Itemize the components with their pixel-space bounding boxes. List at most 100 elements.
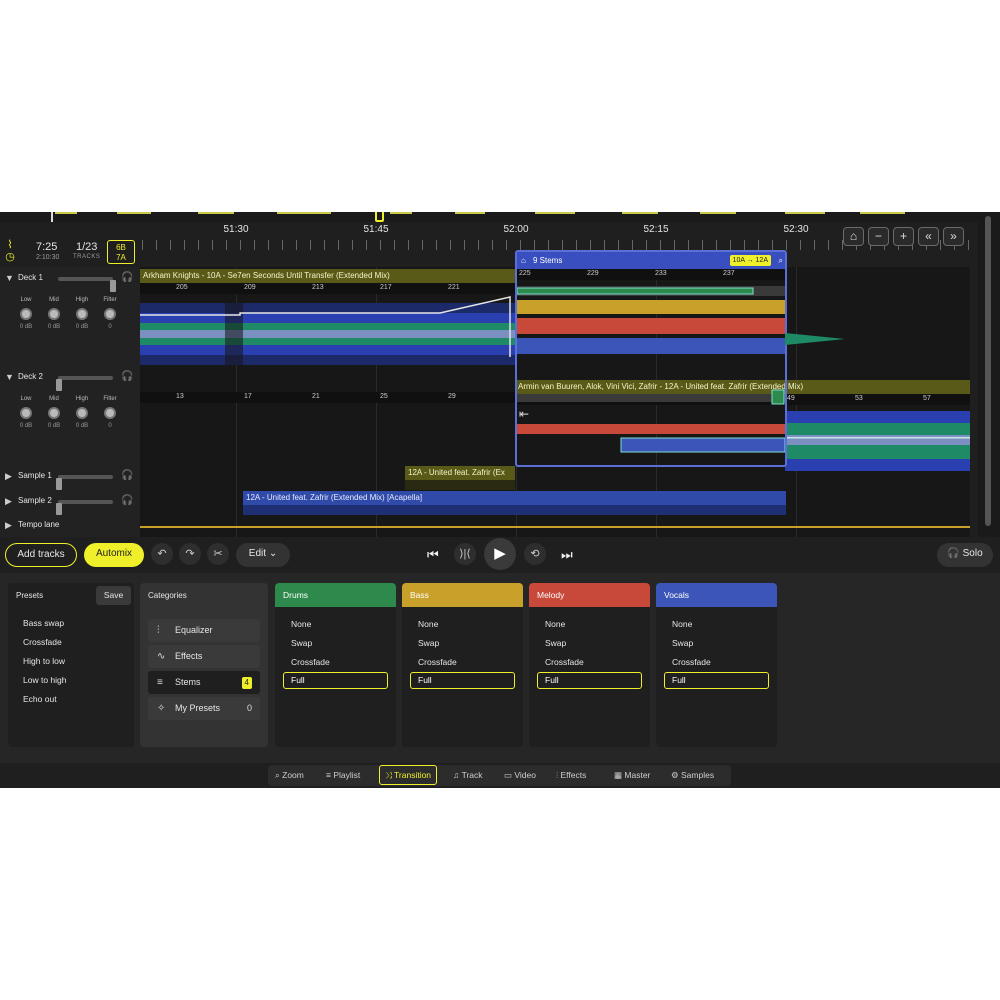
effects-icon: ⫶: [556, 770, 559, 780]
chevron-right-icon[interactable]: ▶: [5, 471, 12, 482]
tab-transition[interactable]: ⤨ Transition: [379, 765, 438, 785]
ruler-tick: [492, 240, 493, 250]
track-lanes[interactable]: Arkham Knights - 10A - Se7en Seconds Unt…: [140, 250, 970, 537]
sample-2-header[interactable]: ▶ Sample 2 🎧: [0, 493, 140, 515]
chevron-down-icon[interactable]: ▼: [5, 372, 14, 382]
bass-header: Bass: [402, 583, 523, 607]
drums-option-crossfade[interactable]: Crossfade: [291, 657, 330, 667]
key-indicator[interactable]: 6B 7A: [107, 240, 135, 264]
headphones-icon[interactable]: 🎧: [121, 495, 133, 506]
scissors-icon[interactable]: ✂: [207, 543, 229, 565]
vocals-option-full[interactable]: Full: [664, 672, 769, 689]
bass-option-crossfade[interactable]: Crossfade: [418, 657, 457, 667]
previous-icon[interactable]: ⏮: [427, 547, 439, 563]
eq-mid-knob[interactable]: Mid 0 dB: [40, 297, 68, 330]
bass-option-swap[interactable]: Swap: [418, 638, 439, 648]
melody-option-crossfade[interactable]: Crossfade: [545, 657, 584, 667]
chevron-down-icon[interactable]: ▼: [5, 273, 14, 283]
preset-item[interactable]: Low to high: [23, 675, 66, 685]
tab-samples[interactable]: ⚙ Samples: [671, 765, 714, 786]
preset-item[interactable]: High to low: [23, 656, 65, 666]
track-1-title[interactable]: Arkham Knights - 10A - Se7en Seconds Unt…: [140, 269, 515, 283]
plus-icon[interactable]: +: [893, 227, 914, 246]
ruler-tick: [520, 240, 521, 250]
overview-viewport-handle[interactable]: [375, 212, 384, 222]
drums-option-none[interactable]: None: [291, 619, 311, 629]
rewind-icon[interactable]: «: [918, 227, 939, 246]
vocals-option-crossfade[interactable]: Crossfade: [672, 657, 711, 667]
tab-track[interactable]: ♫ Track: [453, 765, 483, 786]
loop-icon[interactable]: ⟲: [524, 543, 546, 565]
headphones-icon[interactable]: 🎧: [121, 371, 133, 382]
automix-button[interactable]: Automix: [84, 543, 144, 567]
tab-master[interactable]: ▦ Master: [614, 765, 650, 786]
sync-icon[interactable]: ⟩|⟨: [454, 543, 476, 565]
category-stems[interactable]: ≡ Stems 4: [148, 671, 260, 694]
add-tracks-button[interactable]: Add tracks: [5, 543, 77, 567]
preset-item[interactable]: Bass swap: [23, 618, 64, 628]
redo-icon[interactable]: ↷: [179, 543, 201, 565]
vertical-scrollbar[interactable]: [978, 212, 1000, 537]
eq-filter-knob[interactable]: Filter 0: [96, 396, 124, 429]
undo-icon[interactable]: ↶: [151, 543, 173, 565]
next-icon[interactable]: ⏭: [561, 547, 573, 563]
sample-2-clip[interactable]: [243, 505, 786, 515]
deck-1-eq: Low 0 dB Mid 0 dB High 0 dB Filter 0: [0, 297, 140, 347]
vocals-option-none[interactable]: None: [672, 619, 692, 629]
melody-option-full[interactable]: Full: [537, 672, 642, 689]
melody-option-none[interactable]: None: [545, 619, 565, 629]
eq-low-knob[interactable]: Low 0 dB: [12, 297, 40, 330]
category-equalizer[interactable]: ⫶ Equalizer: [148, 619, 260, 642]
sample-1-header[interactable]: ▶ Sample 1 🎧: [0, 468, 140, 490]
forward-icon[interactable]: »: [943, 227, 964, 246]
sample-2-volume-fader[interactable]: [56, 500, 113, 515]
deck-1-header[interactable]: ▼ Deck 1 🎧: [0, 270, 140, 292]
eq-filter-knob[interactable]: Filter 0: [96, 297, 124, 330]
preset-item[interactable]: Echo out: [23, 694, 57, 704]
lock-icon[interactable]: ⌂: [521, 252, 526, 269]
track-1-beat-grid: 205 209 213 217 221: [140, 283, 515, 294]
eq-high-knob[interactable]: High 0 dB: [68, 297, 96, 330]
solo-button[interactable]: 🎧 Solo: [937, 543, 993, 567]
melody-option-swap[interactable]: Swap: [545, 638, 566, 648]
bass-option-none[interactable]: None: [418, 619, 438, 629]
category-effects[interactable]: ∿ Effects: [148, 645, 260, 668]
chevron-right-icon[interactable]: ▶: [5, 520, 12, 531]
category-my-presets[interactable]: ✧ My Presets 0: [148, 697, 260, 720]
ruler-tick: [366, 240, 367, 250]
sample-1-clip-title[interactable]: 12A - United feat. Zafrir (Ex: [405, 466, 515, 480]
headphones-icon[interactable]: 🎧: [121, 470, 133, 481]
tab-video[interactable]: ▭ Video: [504, 765, 536, 786]
tempo-lane-header[interactable]: ▶ Tempo lane: [0, 517, 140, 537]
stems-header[interactable]: ⌂ 9 Stems 10A → 12A ⌕: [517, 252, 785, 269]
deck-2-header[interactable]: ▼ Deck 2 🎧: [0, 369, 140, 391]
sample-2-clip-title[interactable]: 12A - United feat. Zafrir (Extended Mix)…: [243, 491, 786, 505]
sample-1-volume-fader[interactable]: [56, 475, 113, 490]
save-preset-button[interactable]: Save: [96, 586, 131, 605]
eq-low-knob[interactable]: Low 0 dB: [12, 396, 40, 429]
tab-effects[interactable]: ⫶ Effects: [556, 765, 586, 786]
chevron-right-icon[interactable]: ▶: [5, 496, 12, 507]
stems-count-badge: 4: [241, 677, 252, 689]
deck-2-volume-fader[interactable]: [56, 376, 113, 391]
headphones-icon[interactable]: 🎧: [121, 272, 133, 283]
eq-mid-knob[interactable]: Mid 0 dB: [40, 396, 68, 429]
lock-icon[interactable]: ⌂: [843, 227, 864, 246]
edit-dropdown[interactable]: Edit ⌄: [236, 543, 290, 567]
overview-strip[interactable]: [0, 212, 1000, 222]
drums-option-full[interactable]: Full: [283, 672, 388, 689]
play-button[interactable]: ▶: [484, 538, 516, 570]
sample-1-clip[interactable]: [405, 480, 515, 490]
eq-high-knob[interactable]: High 0 dB: [68, 396, 96, 429]
drums-option-swap[interactable]: Swap: [291, 638, 312, 648]
tab-zoom[interactable]: ⌕ Zoom: [275, 765, 304, 786]
overview-playhead: [51, 212, 53, 222]
deck-1-volume-fader[interactable]: [58, 277, 116, 292]
bass-option-full[interactable]: Full: [410, 672, 515, 689]
minus-icon[interactable]: −: [868, 227, 889, 246]
search-icon[interactable]: ⌕: [779, 252, 783, 269]
stems-transition-box[interactable]: ⌂ 9 Stems 10A → 12A ⌕ 225 229 233 237 ⇤: [515, 250, 787, 467]
vocals-option-swap[interactable]: Swap: [672, 638, 693, 648]
tab-playlist[interactable]: ≡ Playlist: [326, 765, 360, 786]
preset-item[interactable]: Crossfade: [23, 637, 62, 647]
